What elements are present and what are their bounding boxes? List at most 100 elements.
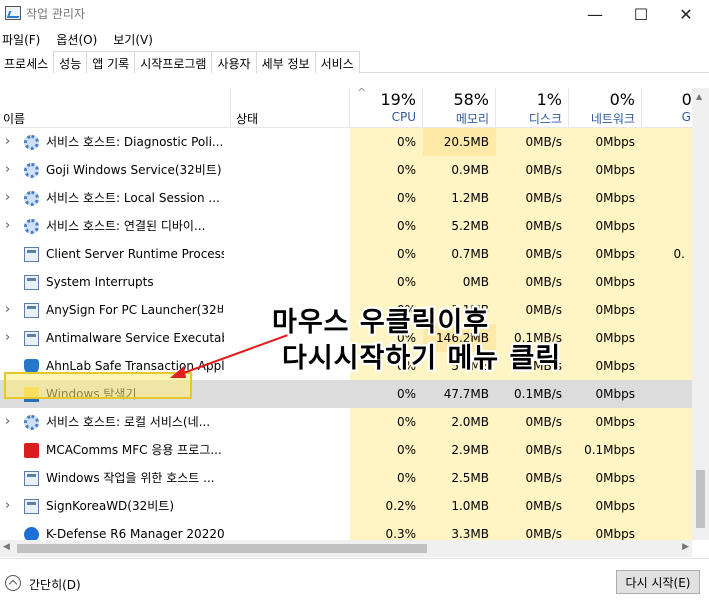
process-name: K-Defense R6 Manager 20220... [46,527,224,540]
horizontal-scrollbar[interactable]: ◀ ▶ [0,540,692,557]
memory-cell: 47.7MB [423,380,496,408]
disk-cell: 0MB/s [496,268,569,296]
disk-cell: 0MB/s [496,492,569,520]
cpu-cell: 0% [350,408,423,436]
gear-icon [24,219,39,234]
network-cell: 0.1Mbps [569,436,642,464]
annotation-text-line2: 다시시작하기 메뉴 클릭 [282,343,562,374]
expand-chevron-icon[interactable]: › [5,128,10,156]
horizontal-scroll-thumb[interactable] [17,544,427,553]
memory-cell: 0MB [423,268,496,296]
disk-cell: 0MB/s [496,408,569,436]
cpu-cell: 0% [350,380,423,408]
column-header-cpu[interactable]: CPU [350,110,416,124]
menu-options[interactable]: 옵션(O) [54,28,97,50]
tab-users[interactable]: 사용자 [211,51,257,73]
column-header-memory[interactable]: 메모리 [423,110,489,127]
gpu-cell [642,380,692,408]
network-cell: 0Mbps [569,128,642,156]
gear-icon [24,415,39,430]
expand-chevron-icon[interactable]: › [5,324,10,352]
memory-cell: 3.3MB [423,520,496,540]
gpu-cell [642,184,692,212]
gear-icon [24,135,39,150]
cpu-cell: 0% [350,212,423,240]
network-total-percent[interactable]: 0% [569,90,635,109]
restart-button[interactable]: 다시 시작(E) [616,570,700,594]
expand-chevron-icon[interactable]: › [5,492,10,520]
network-cell: 0Mbps [569,156,642,184]
mca-icon [24,443,39,458]
cpu-total-percent[interactable]: 19% [350,90,416,109]
window-title: 작업 관리자 [26,7,86,21]
network-cell: 0Mbps [569,520,642,540]
table-row[interactable]: › 서비스 호스트: Diagnostic Poli... 0% 20.5MB 0MB/… [0,128,692,156]
collapse-chevron-icon[interactable] [5,575,21,591]
table-row[interactable]: MCAComms MFC 응용 프로그... 0% 2.9MB 0MB/s 0.1Mbp… [0,436,692,464]
maximize-button[interactable]: ☐ [618,0,664,28]
network-cell: 0Mbps [569,268,642,296]
gpu-cell [642,324,692,352]
disk-cell: 0MB/s [496,184,569,212]
menu-file[interactable]: 파일(F) [0,28,40,50]
table-row[interactable]: › Goji Windows Service(32비트) 0% 0.9MB 0MB/s 0… [0,156,692,184]
annotation-text-line1: 마우스 우클릭이후 [272,307,490,338]
minimize-button[interactable]: — [572,0,618,28]
tab-details[interactable]: 세부 정보 [255,51,316,73]
process-name: SignKoreaWD(32비트) [46,499,175,513]
scroll-right-icon[interactable]: ▶ [682,542,689,552]
tab-startup[interactable]: 시작프로그램 [134,51,213,73]
disk-cell: 0MB/s [496,156,569,184]
table-row[interactable]: › 서비스 호스트: 로컬 서비스(네... 0% 2.0MB 0MB/s 0Mbps [0,408,692,436]
memory-cell: 2.9MB [423,436,496,464]
expand-chevron-icon[interactable]: › [5,296,10,324]
table-row[interactable]: › SignKoreaWD(32비트) 0.2% 1.0MB 0MB/s 0Mbps [0,492,692,520]
fewer-details-link[interactable]: 간단히(D) [29,576,81,593]
gpu-cell [642,464,692,492]
memory-cell: 0.9MB [423,156,496,184]
memory-total-percent[interactable]: 58% [423,90,489,109]
window-process-icon [24,247,39,262]
vertical-scroll-thumb[interactable] [696,470,705,528]
window-process-icon [24,331,39,346]
disk-total-percent[interactable]: 1% [496,90,562,109]
cpu-cell: 0% [350,184,423,212]
process-name: 서비스 호스트: 연결된 디바이... [46,219,206,233]
expand-chevron-icon[interactable]: › [5,408,10,436]
k-defense-icon [24,527,39,540]
memory-cell: 2.5MB [423,464,496,492]
table-row[interactable]: › 서비스 호스트: 연결된 디바이... 0% 5.2MB 0MB/s 0Mbps [0,212,692,240]
expand-chevron-icon[interactable]: › [5,212,10,240]
network-cell: 0Mbps [569,492,642,520]
cpu-cell: 0% [350,464,423,492]
gpu-cell [642,268,692,296]
tab-processes[interactable]: 프로세스 [0,51,55,73]
column-header-disk[interactable]: 디스크 [496,110,562,127]
tab-bar: 프로세스 성능 앱 기록 시작프로그램 사용자 세부 정보 서비스 [0,51,709,73]
table-row[interactable]: › 서비스 호스트: Local Session ... 0% 1.2MB 0MB/s 0… [0,184,692,212]
gear-icon [24,191,39,206]
memory-cell: 1.2MB [423,184,496,212]
table-row[interactable]: Windows 작업을 위한 호스트 ... 0% 2.5MB 0MB/s 0Mbps [0,464,692,492]
close-button[interactable]: ✕ [663,0,709,28]
expand-chevron-icon[interactable]: › [5,156,10,184]
tab-performance[interactable]: 성능 [53,51,88,73]
window-process-icon [24,303,39,318]
tab-services[interactable]: 서비스 [314,51,360,73]
scroll-left-icon[interactable]: ◀ [3,542,10,552]
menu-bar: 파일(F) 옵션(O) 보기(V) [0,28,709,50]
tab-app-history[interactable]: 앱 기록 [86,51,136,73]
column-header-network[interactable]: 네트워크 [569,110,635,127]
scroll-up-icon[interactable]: ▲ [696,92,702,101]
gpu-cell [642,520,692,540]
cpu-cell: 0% [350,156,423,184]
table-row[interactable]: System Interrupts 0% 0MB 0MB/s 0Mbps [0,268,692,296]
disk-cell: 0.1MB/s [496,380,569,408]
expand-chevron-icon[interactable]: › [5,184,10,212]
table-row[interactable]: Client Server Runtime Process 0% 0.7MB 0MB/… [0,240,692,268]
vertical-scrollbar[interactable]: ▲ [692,88,709,540]
network-cell: 0Mbps [569,408,642,436]
table-row[interactable]: K-Defense R6 Manager 20220... 0.3% 3.3MB 0M… [0,520,692,540]
menu-view[interactable]: 보기(V) [111,28,153,50]
gear-icon [24,163,39,178]
